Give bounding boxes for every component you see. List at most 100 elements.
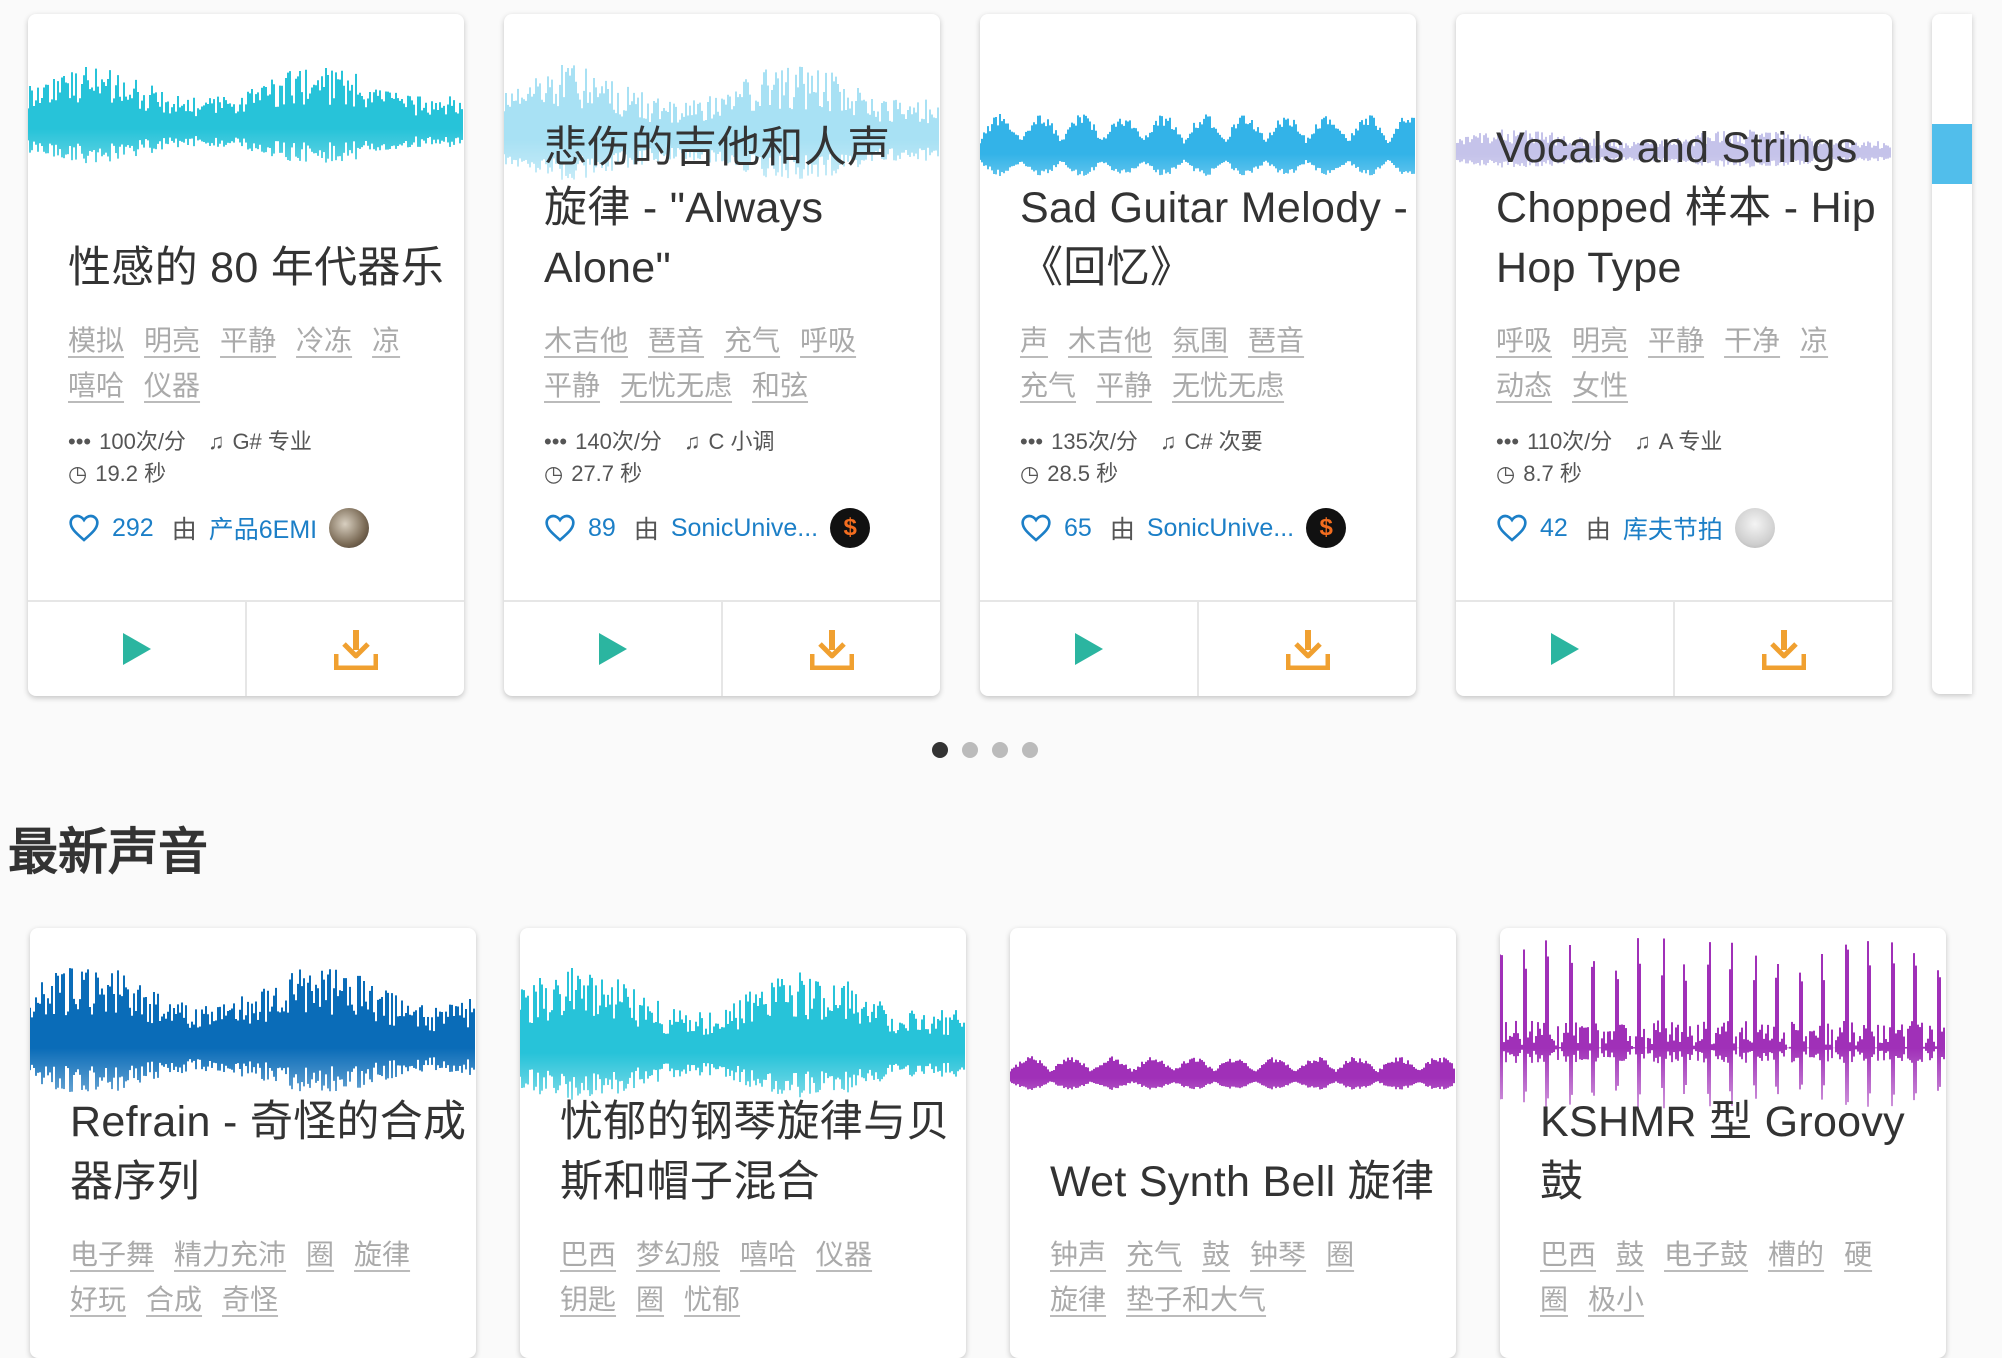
tag[interactable]: 氛围 — [1172, 318, 1228, 363]
sound-card-4[interactable]: Vocals and Strings Chopped 样本 - Hip Hop … — [1456, 14, 1892, 696]
latest-sound-card-1[interactable]: Refrain - 奇怪的合成 器序列 电子舞 精力充沛圈旋律好玩 合成 奇怪 — [30, 928, 476, 1358]
sound-card-2[interactable]: 悲伤的吉他和人声 旋律 - "Always Alone" 木吉他 琶音 充气 呼吸平静… — [504, 14, 940, 696]
play-button[interactable] — [1456, 602, 1673, 696]
tag[interactable]: 凉 — [1800, 318, 1828, 363]
avatar[interactable] — [1734, 508, 1775, 548]
tag[interactable]: 平静 — [1648, 318, 1704, 363]
tag[interactable]: 呼吸 — [1496, 318, 1552, 363]
latest-sound-card-2[interactable]: 忧郁的钢琴旋律与贝 斯和帽子混合 巴西 梦幻般 嘻哈 仪器钥匙圈忧郁 — [520, 928, 966, 1358]
tag[interactable]: 充气 — [1020, 363, 1076, 408]
sound-card-1[interactable]: 性感的 80 年代器乐 模拟 明亮 平静 冷冻 凉嘻哈 仪器 ••• 100次/分 ♫ G# 专… — [28, 14, 464, 696]
heart-icon[interactable] — [1020, 513, 1052, 543]
heart-icon[interactable] — [544, 513, 576, 543]
tag[interactable]: 垫子和大气 — [1126, 1277, 1266, 1322]
sound-title[interactable]: 忧郁的钢琴旋律与贝 斯和帽子混合 — [560, 1092, 950, 1212]
tag[interactable]: 动态 — [1496, 363, 1552, 408]
tag[interactable]: 冷冻 — [296, 318, 352, 363]
play-button[interactable] — [980, 602, 1197, 696]
tag[interactable]: 电子舞 — [70, 1232, 154, 1277]
tag[interactable]: 嘻哈 — [68, 363, 124, 408]
tag[interactable]: 呼吸 — [800, 318, 856, 363]
tag[interactable]: 巴西 — [1540, 1232, 1596, 1277]
tag[interactable]: 无忧无虑 — [620, 363, 732, 408]
tag[interactable]: 仪器 — [816, 1232, 872, 1277]
next-card-peek[interactable] — [1932, 14, 1972, 694]
play-button[interactable] — [504, 602, 721, 696]
download-icon — [1285, 630, 1330, 670]
bpm-value: 135次/分 — [1051, 429, 1138, 454]
sound-title[interactable]: Refrain - 奇怪的合成 器序列 — [70, 1092, 466, 1212]
sound-card-3[interactable]: Sad Guitar Melody - 《回忆》 声木吉他 氛围 琶音充气 平静 无忧无… — [980, 14, 1416, 696]
key-value: C# 次要 — [1184, 429, 1263, 454]
download-button[interactable] — [1673, 602, 1892, 696]
tag[interactable]: 钟声 — [1050, 1232, 1106, 1277]
tag[interactable]: 钥匙 — [560, 1277, 616, 1322]
tag[interactable]: 钟琴 — [1250, 1232, 1306, 1277]
tag[interactable]: 忧郁 — [684, 1277, 740, 1322]
play-button[interactable] — [28, 602, 245, 696]
tag[interactable]: 合成 — [146, 1277, 202, 1322]
tag[interactable]: 充气 — [724, 318, 780, 363]
tag[interactable]: 鼓 — [1616, 1232, 1644, 1277]
tag[interactable]: 硬 — [1844, 1232, 1872, 1277]
author-link[interactable]: 产品6EMI — [209, 510, 317, 546]
tag[interactable]: 琶音 — [1248, 318, 1304, 363]
tag[interactable]: 旋律 — [354, 1232, 410, 1277]
tag[interactable]: 嘻哈 — [740, 1232, 796, 1277]
download-button[interactable] — [245, 602, 464, 696]
tag[interactable]: 精力充沛 — [174, 1232, 286, 1277]
sound-title[interactable]: 悲伤的吉他和人声 旋律 - "Always Alone" — [544, 118, 890, 298]
tag[interactable]: 旋律 — [1050, 1277, 1106, 1322]
sound-title[interactable]: Sad Guitar Melody - 《回忆》 — [1020, 178, 1408, 298]
tag[interactable]: 平静 — [1096, 363, 1152, 408]
tag[interactable]: 电子鼓 — [1664, 1232, 1748, 1277]
sound-title[interactable]: Wet Synth Bell 旋律 — [1050, 1152, 1434, 1212]
avatar[interactable] — [329, 508, 370, 548]
heart-icon[interactable] — [68, 513, 100, 543]
tag[interactable]: 声 — [1020, 318, 1048, 363]
author-link[interactable]: 库夫节拍 — [1623, 510, 1723, 546]
tag[interactable]: 干净 — [1724, 318, 1780, 363]
tag[interactable]: 琶音 — [648, 318, 704, 363]
sound-title[interactable]: 性感的 80 年代器乐 — [68, 238, 444, 298]
tag[interactable]: 木吉他 — [1068, 318, 1152, 363]
avatar[interactable]: $ — [830, 508, 871, 548]
tag[interactable]: 无忧无虑 — [1172, 363, 1284, 408]
tag[interactable]: 明亮 — [1572, 318, 1628, 363]
tag[interactable]: 仪器 — [144, 363, 200, 408]
tag[interactable]: 平静 — [544, 363, 600, 408]
avatar[interactable]: $ — [1306, 508, 1347, 548]
tag[interactable]: 充气 — [1126, 1232, 1182, 1277]
tag[interactable]: 圈 — [636, 1277, 664, 1322]
tag[interactable]: 好玩 — [70, 1277, 126, 1322]
tag[interactable]: 凉 — [372, 318, 400, 363]
tag[interactable]: 圈 — [1540, 1277, 1568, 1322]
tag[interactable]: 槽的 — [1768, 1232, 1824, 1277]
tag[interactable]: 梦幻般 — [636, 1232, 720, 1277]
carousel-dot[interactable] — [932, 742, 948, 758]
latest-sound-card-3[interactable]: Wet Synth Bell 旋律 钟声 充气鼓钟琴 圈旋律 垫子和大气 — [1010, 928, 1456, 1358]
carousel-dot[interactable] — [1022, 742, 1038, 758]
author-link[interactable]: SonicUnive... — [1147, 514, 1294, 543]
tag[interactable]: 女性 — [1572, 363, 1628, 408]
carousel-dot[interactable] — [992, 742, 1008, 758]
tag[interactable]: 极小 — [1588, 1277, 1644, 1322]
author-link[interactable]: SonicUnive... — [671, 514, 818, 543]
tag[interactable]: 和弦 — [752, 363, 808, 408]
tag[interactable]: 鼓 — [1202, 1232, 1230, 1277]
tag[interactable]: 木吉他 — [544, 318, 628, 363]
sound-title[interactable]: Vocals and Strings Chopped 样本 - Hip Hop … — [1496, 118, 1876, 298]
heart-icon[interactable] — [1496, 513, 1528, 543]
download-button[interactable] — [721, 602, 940, 696]
latest-sound-card-4[interactable]: KSHMR 型 Groovy 鼓 巴西鼓电子鼓 槽的 硬圈 极小 — [1500, 928, 1946, 1358]
tag[interactable]: 模拟 — [68, 318, 124, 363]
carousel-dot[interactable] — [962, 742, 978, 758]
tag[interactable]: 圈 — [306, 1232, 334, 1277]
tag[interactable]: 平静 — [220, 318, 276, 363]
tag[interactable]: 奇怪 — [222, 1277, 278, 1322]
tag[interactable]: 圈 — [1326, 1232, 1354, 1277]
tag[interactable]: 明亮 — [144, 318, 200, 363]
tag[interactable]: 巴西 — [560, 1232, 616, 1277]
sound-title[interactable]: KSHMR 型 Groovy 鼓 — [1540, 1092, 1905, 1212]
download-button[interactable] — [1197, 602, 1416, 696]
